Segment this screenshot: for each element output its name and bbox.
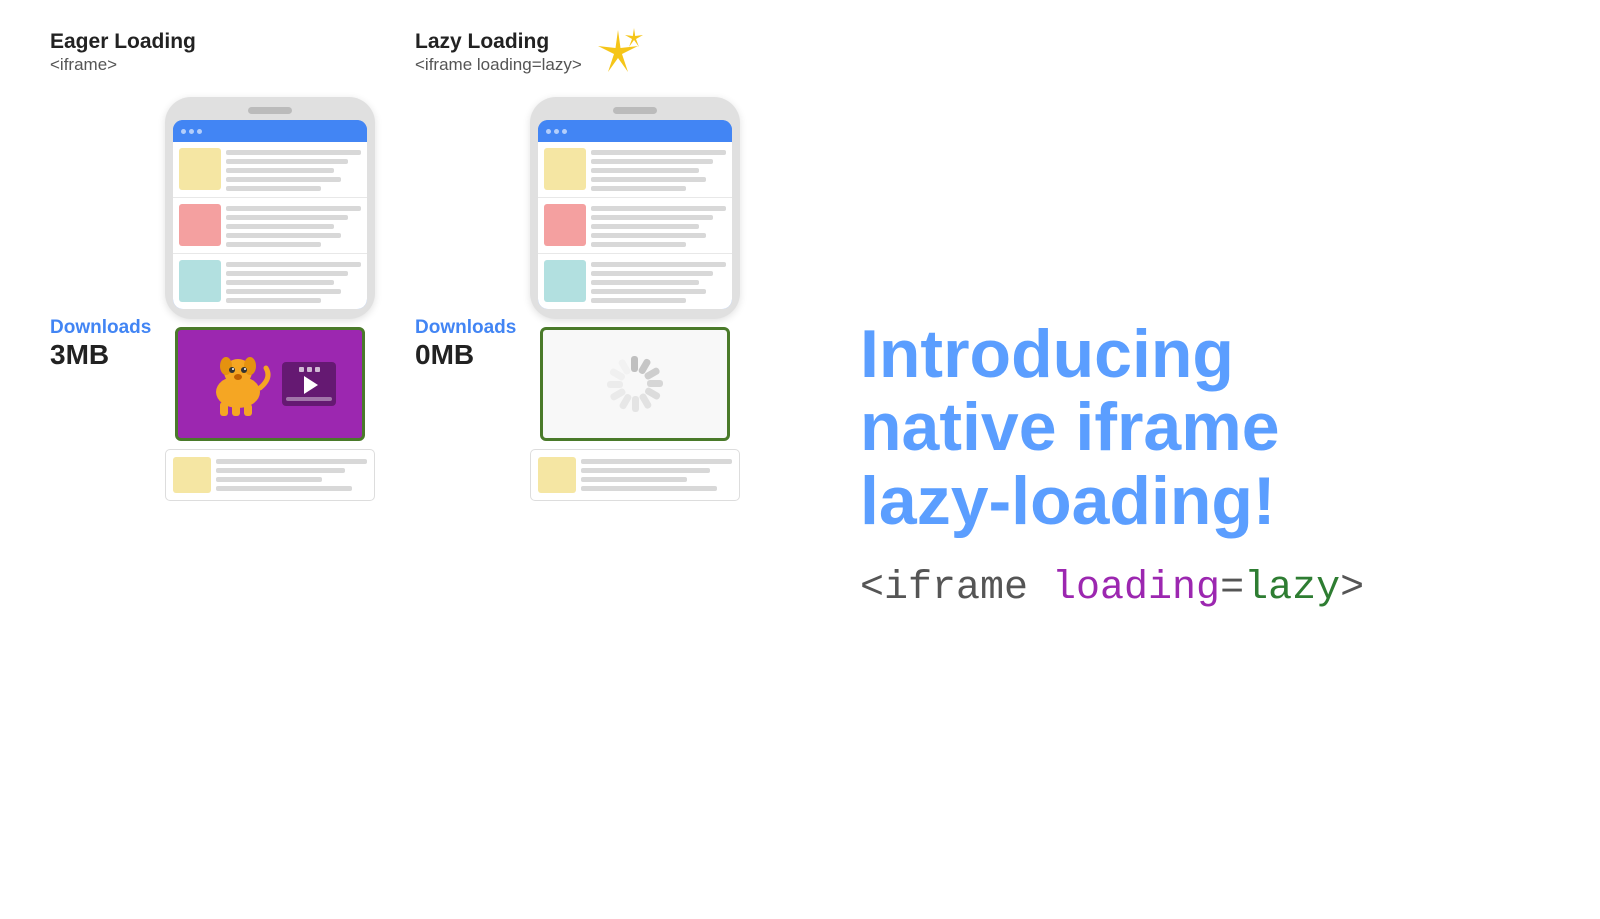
lazy-downloads-label: Downloads <box>415 317 516 339</box>
intro-line2: native iframe <box>860 389 1280 465</box>
sparkle-icon <box>592 26 644 83</box>
lazy-below-card <box>530 449 740 501</box>
eager-below-card <box>165 449 375 501</box>
code-tag: <iframe loading=lazy> <box>860 566 1550 611</box>
intro-text: Introducing native iframe lazy-loading! <box>860 318 1550 538</box>
lazy-downloads-value: 0MB <box>415 339 516 371</box>
lazy-iframe-preview <box>540 327 730 441</box>
code-value: lazy <box>1244 566 1340 611</box>
eager-header: Eager Loading <iframe> <box>50 30 405 83</box>
lazy-phone-block: Downloads 0MB <box>415 97 755 501</box>
eager-subtitle: <iframe> <box>50 55 405 75</box>
code-close: > <box>1340 566 1364 611</box>
eager-iframe-preview <box>175 327 365 441</box>
eager-downloads-value: 3MB <box>50 339 151 371</box>
intro-line3: lazy-loading! <box>860 463 1276 539</box>
intro-line1: Introducing <box>860 316 1234 392</box>
lazy-downloads: Downloads 0MB <box>415 97 516 371</box>
loading-spinner <box>603 352 667 416</box>
dog-icon <box>204 352 272 416</box>
lazy-subtitle: <iframe loading=lazy> <box>415 55 582 75</box>
lazy-header: Lazy Loading <iframe loading=lazy> <box>415 30 755 83</box>
eager-downloads-label: Downloads <box>50 317 151 339</box>
code-equals: = <box>1220 566 1244 611</box>
right-section: Introducing native iframe lazy-loading! … <box>830 30 1550 899</box>
lazy-title: Lazy Loading <box>415 30 582 54</box>
lazy-phone <box>530 97 740 501</box>
code-attr: loading <box>1052 566 1220 611</box>
eager-downloads: Downloads 3MB <box>50 97 151 371</box>
eager-title: Eager Loading <box>50 30 405 54</box>
eager-phone-block: Downloads 3MB <box>50 97 405 501</box>
eager-phone <box>165 97 375 501</box>
video-icon-box <box>282 362 336 406</box>
code-open: <iframe <box>860 566 1052 611</box>
